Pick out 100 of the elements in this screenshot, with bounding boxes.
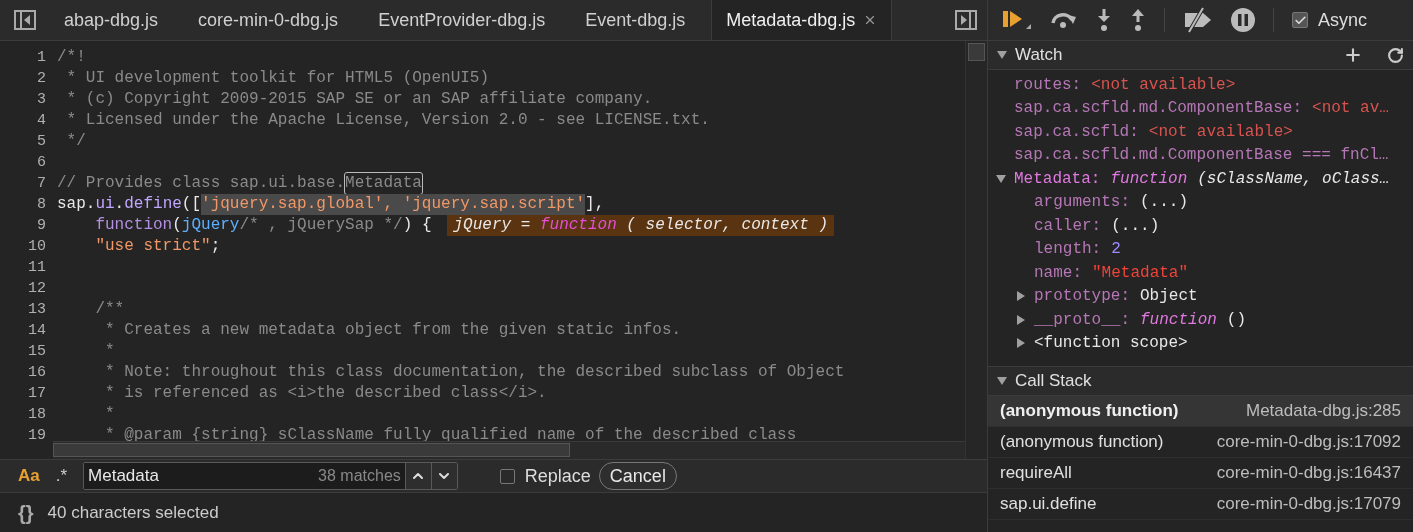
line-number: 9 [36, 216, 47, 236]
watch-expression[interactable]: length: [1034, 237, 1102, 262]
line-number: 14 [27, 321, 47, 341]
file-tab[interactable]: Metadata-dbg.js [711, 0, 893, 40]
expanded-triangle-icon[interactable] [997, 50, 1007, 60]
line-number: 11 [27, 258, 47, 278]
add-icon[interactable] [1343, 45, 1363, 65]
watch-value: "Metadata" [1092, 262, 1189, 284]
code-token: * Note: throughout this class documentation, the described subclass of Object [104, 362, 845, 383]
watch-value: (...) [1140, 192, 1189, 214]
watch-expression[interactable]: name: [1034, 260, 1082, 285]
deactivate-breakpoints-icon[interactable] [1183, 7, 1213, 33]
watch-expression[interactable]: prototype: [1034, 284, 1130, 309]
watch-title: Watch [1015, 44, 1064, 67]
step-into-icon[interactable] [1096, 8, 1112, 32]
code-token: "use strict" [94, 236, 211, 257]
step-over-icon[interactable] [1050, 10, 1078, 30]
function-name: requireAll [1000, 462, 1072, 485]
code-token: ) { [402, 215, 432, 236]
line-number: 15 [27, 342, 47, 362]
file-tab[interactable]: abap-dbg.js [50, 0, 173, 40]
file-tab[interactable]: EventProvider-dbg.js [364, 0, 560, 40]
pause-icon[interactable] [1231, 8, 1255, 32]
async-checkbox[interactable] [1292, 12, 1308, 28]
cancel-button[interactable]: Cancel [598, 462, 677, 490]
function-name: (anonymous function) [1000, 400, 1179, 423]
line-number: 19 [27, 426, 47, 446]
code-token: * Licensed under the Apache License, Version 2.0 - see LICENSE.txt. [65, 110, 710, 131]
scrollbar-thumb[interactable] [53, 443, 570, 457]
watch-expression[interactable]: Metadata: [1014, 166, 1101, 191]
search-option-toggle[interactable]: Aa [18, 463, 40, 489]
code-token: */ [65, 131, 86, 152]
code-token: ui [95, 194, 115, 215]
code-token: ], [585, 194, 605, 215]
line-number: 13 [27, 300, 47, 320]
watch-expression[interactable]: <function scope> [1034, 331, 1188, 356]
source-location: core-min-0-dbg.js:16437 [1216, 462, 1401, 485]
source-location: Metadata-dbg.js:285 [1246, 400, 1401, 423]
toggle-navigator-icon[interactable] [14, 10, 36, 30]
file-tab[interactable]: core-min-0-dbg.js [184, 0, 353, 40]
watch-value: (...) [1111, 215, 1160, 237]
line-number: 6 [36, 153, 47, 173]
step-out-icon[interactable] [1130, 8, 1146, 32]
expanded-triangle-icon[interactable] [997, 376, 1007, 386]
scrollbar-thumb[interactable] [968, 43, 985, 61]
watch-expression[interactable]: sap.ca.scfld.md.ComponentBase === fnCl… [1014, 143, 1389, 168]
line-number: 12 [27, 279, 47, 299]
watch-expression[interactable]: routes: [1014, 72, 1082, 97]
code-token: /*! [57, 47, 86, 68]
code-token: ([ [181, 194, 202, 215]
file-tab[interactable]: Event-dbg.js [571, 0, 700, 40]
section-header[interactable]: Call Stack [988, 367, 1413, 396]
watch-expression[interactable]: sap.ca.scfld.md.ComponentBase: [1014, 96, 1303, 121]
toggle-debugger-icon[interactable] [955, 10, 977, 30]
collapsed-triangle-icon[interactable] [1016, 291, 1026, 302]
inline-value: jQuery = function ( selector, context ) [447, 215, 834, 236]
code-token: * Creates a new metadata object from the given static infos. [104, 320, 682, 341]
pretty-print-button[interactable]: {} [18, 497, 34, 528]
code-token: * UI development toolkit for HTML5 (OpenUI5) [65, 68, 490, 89]
line-number: 5 [36, 132, 47, 152]
code-token: /** [94, 299, 125, 320]
replace-checkbox[interactable] [499, 468, 515, 484]
collapsed-triangle-icon[interactable] [1016, 314, 1026, 325]
watch-value: (sClassName, oClass… [1197, 168, 1390, 190]
watch-expression[interactable]: sap.ca.scfld: [1014, 119, 1139, 144]
code-token: // Provides class sap.ui.base. [57, 173, 346, 194]
code-token: sap. [57, 194, 96, 215]
line-number: 17 [27, 384, 47, 404]
code-token: /* , jQuerySap */ [239, 215, 403, 236]
code-token: define [124, 194, 182, 215]
refresh-icon[interactable] [1387, 46, 1404, 64]
watch-value: 2 [1111, 239, 1121, 261]
source-location: core-min-0-dbg.js:17079 [1216, 493, 1401, 516]
line-number: 2 [36, 69, 47, 89]
watch-expression[interactable]: caller: [1034, 213, 1102, 238]
call-stack-frame[interactable]: (anonymous function) Metadata-dbg.js:285 [988, 396, 1413, 427]
search-option-toggle[interactable]: .* [55, 463, 68, 489]
line-number: 3 [36, 90, 47, 110]
code-token: * is referenced as <i>the described class</i>. [104, 383, 547, 404]
function-keyword: function [1110, 168, 1188, 190]
code-token: * [104, 404, 115, 425]
status-text: 40 characters selected [47, 501, 219, 524]
function-name: sap.ui.define [1000, 493, 1097, 516]
line-number: 1 [36, 48, 47, 68]
code-token: jQuery [181, 215, 240, 236]
code-token: Metadata [345, 173, 422, 194]
watch-expression[interactable]: arguments: [1034, 190, 1130, 215]
section-header[interactable]: Watch [988, 41, 1413, 70]
line-number: 8 [36, 195, 47, 215]
call-stack-title: Call Stack [1015, 370, 1092, 393]
collapsed-triangle-icon[interactable] [1016, 338, 1026, 349]
replace-label: Replace [524, 464, 591, 488]
line-number: 10 [27, 237, 47, 257]
resume-icon[interactable] [1002, 8, 1032, 32]
code-token: * [104, 341, 115, 362]
code-token: ( [172, 215, 182, 236]
watch-expression[interactable]: __proto__: [1034, 307, 1130, 332]
expanded-triangle-icon[interactable] [996, 173, 1006, 184]
code-token: * (c) Copyright 2009-2015 SAP SE or an SAP affiliate company. [65, 89, 653, 110]
watch-value: <not av… [1312, 98, 1389, 120]
